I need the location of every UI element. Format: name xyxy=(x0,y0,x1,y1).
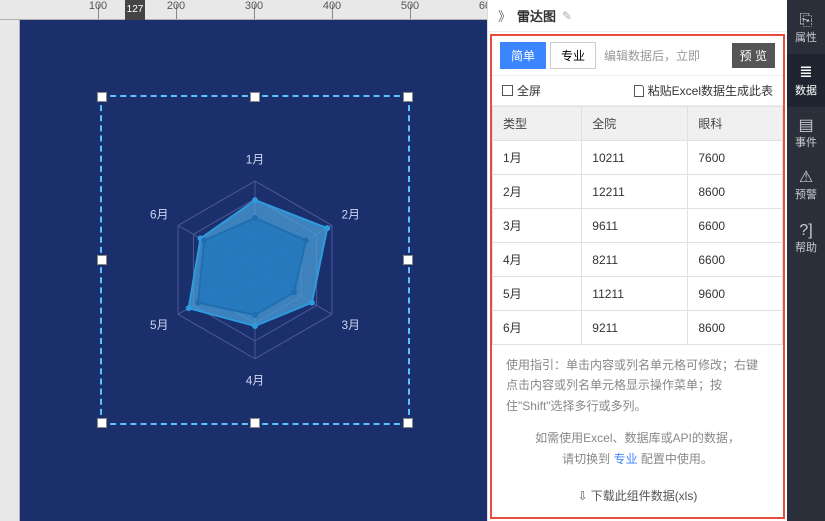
hints-area: 使用指引：单击内容或列名单元格可修改；右键点击内容或列名单元格显示操作菜单；按住… xyxy=(492,345,783,479)
ruler-position-marker: 127 xyxy=(125,0,145,20)
table-cell[interactable]: 7600 xyxy=(688,141,783,175)
radar-chart: 1月 2月 3月 4月 5月 6月 xyxy=(102,97,408,423)
iconbar-label: 属性 xyxy=(795,32,817,44)
table-cell[interactable]: 8211 xyxy=(582,243,688,277)
paste-excel-button[interactable]: 粘贴Excel数据生成此表 xyxy=(634,82,773,99)
table-body: 1月1021176002月1221186003月961166004月821166… xyxy=(493,141,783,345)
table-header-row: 类型全院眼科 xyxy=(493,107,783,141)
iconbar-label: 帮助 xyxy=(795,242,817,254)
selection-box[interactable]: 1月 2月 3月 4月 5月 6月 xyxy=(100,95,410,425)
table-row: 4月82116600 xyxy=(493,243,783,277)
radar-axis-label: 1月 xyxy=(246,152,264,166)
iconbar-icon: ≣ xyxy=(787,63,825,82)
fullscreen-button[interactable]: 全屏 xyxy=(502,82,541,99)
download-link[interactable]: 下载此组件数据(xls) xyxy=(492,479,783,512)
pro-link[interactable]: 专业 xyxy=(613,452,637,466)
radar-axis-label: 2月 xyxy=(342,208,360,222)
panel-header: 》 雷达图 ✎ xyxy=(488,0,787,32)
table-cell[interactable]: 6月 xyxy=(493,311,582,345)
iconbar-label: 事件 xyxy=(795,137,817,149)
fullscreen-icon xyxy=(502,85,513,96)
radar-axis-label: 3月 xyxy=(342,318,360,332)
iconbar-item-事件[interactable]: ▤ 事件 xyxy=(787,107,825,159)
table-header-cell[interactable]: 眼科 xyxy=(688,107,783,141)
table-cell[interactable]: 12211 xyxy=(582,175,688,209)
table-cell[interactable]: 9211 xyxy=(582,311,688,345)
iconbar-icon: ⚠ xyxy=(787,168,825,187)
collapse-icon[interactable]: 》 xyxy=(498,6,511,25)
iconbar-icon: ?] xyxy=(787,221,825,240)
tabs-row: 简单 专业 编辑数据后，立即 预 览 xyxy=(492,36,783,76)
fullscreen-label: 全屏 xyxy=(517,82,541,99)
table-header-cell[interactable]: 类型 xyxy=(493,107,582,141)
iconbar-item-属性[interactable]: ⎘ 属性 xyxy=(787,2,825,54)
excel-icon xyxy=(634,85,644,97)
table-cell[interactable]: 1月 xyxy=(493,141,582,175)
design-canvas[interactable]: 1月 2月 3月 4月 5月 6月 xyxy=(20,20,487,521)
radar-axis-label: 4月 xyxy=(246,373,264,387)
table-cell[interactable]: 5月 xyxy=(493,277,582,311)
hint-usage: 使用指引：单击内容或列名单元格可修改；右键点击内容或列名单元格显示操作菜单；按住… xyxy=(506,355,769,416)
table-toolbar: 全屏 粘贴Excel数据生成此表 xyxy=(492,76,783,106)
edit-note: 编辑数据后，立即 xyxy=(604,47,728,64)
table-cell[interactable]: 6600 xyxy=(688,209,783,243)
iconbar-icon: ⎘ xyxy=(787,11,825,30)
edit-icon[interactable]: ✎ xyxy=(562,9,572,23)
radar-axis-label: 5月 xyxy=(150,318,168,332)
table-row: 3月96116600 xyxy=(493,209,783,243)
paste-excel-label: 粘贴Excel数据生成此表 xyxy=(648,82,773,99)
radar-axis-label: 6月 xyxy=(150,208,168,222)
ruler-vertical xyxy=(0,0,20,521)
iconbar-label: 数据 xyxy=(795,85,817,97)
iconbar-item-预警[interactable]: ⚠ 预警 xyxy=(787,159,825,211)
table-cell[interactable]: 2月 xyxy=(493,175,582,209)
data-table[interactable]: 类型全院眼科 1月1021176002月1221186003月961166004… xyxy=(492,106,783,345)
iconbar-icon: ▤ xyxy=(787,116,825,135)
tab-pro[interactable]: 专业 xyxy=(550,42,596,69)
canvas-area: 100200300400500600 127 1月 2月 3月 4月 5月 6月 xyxy=(0,0,487,521)
table-cell[interactable]: 3月 xyxy=(493,209,582,243)
table-cell[interactable]: 4月 xyxy=(493,243,582,277)
iconbar-item-帮助[interactable]: ?] 帮助 xyxy=(787,212,825,264)
panel-title: 雷达图 xyxy=(517,6,556,25)
hint-excel: 如需使用Excel、数据库或API的数据， 请切换到 专业 配置中使用。 xyxy=(506,428,769,469)
preview-button[interactable]: 预 览 xyxy=(732,43,775,68)
table-cell[interactable]: 6600 xyxy=(688,243,783,277)
table-cell[interactable]: 9611 xyxy=(582,209,688,243)
download-icon xyxy=(578,489,591,503)
table-row: 1月102117600 xyxy=(493,141,783,175)
ruler-horizontal: 100200300400500600 xyxy=(0,0,487,20)
iconbar-item-数据[interactable]: ≣ 数据 xyxy=(787,54,825,106)
table-cell[interactable]: 8600 xyxy=(688,175,783,209)
table-header-cell[interactable]: 全院 xyxy=(582,107,688,141)
right-iconbar: ⎘ 属性 ≣ 数据 ▤ 事件 ⚠ 预警?] 帮助 xyxy=(787,0,825,521)
table-row: 5月112119600 xyxy=(493,277,783,311)
tab-simple[interactable]: 简单 xyxy=(500,42,546,69)
table-cell[interactable]: 8600 xyxy=(688,311,783,345)
iconbar-label: 预警 xyxy=(795,189,817,201)
table-row: 6月92118600 xyxy=(493,311,783,345)
table-cell[interactable]: 11211 xyxy=(582,277,688,311)
properties-panel: 》 雷达图 ✎ 简单 专业 编辑数据后，立即 预 览 全屏 粘贴Excel数据生… xyxy=(487,0,787,521)
panel-body: 简单 专业 编辑数据后，立即 预 览 全屏 粘贴Excel数据生成此表 类型全院… xyxy=(490,34,785,519)
table-cell[interactable]: 10211 xyxy=(582,141,688,175)
table-row: 2月122118600 xyxy=(493,175,783,209)
table-cell[interactable]: 9600 xyxy=(688,277,783,311)
